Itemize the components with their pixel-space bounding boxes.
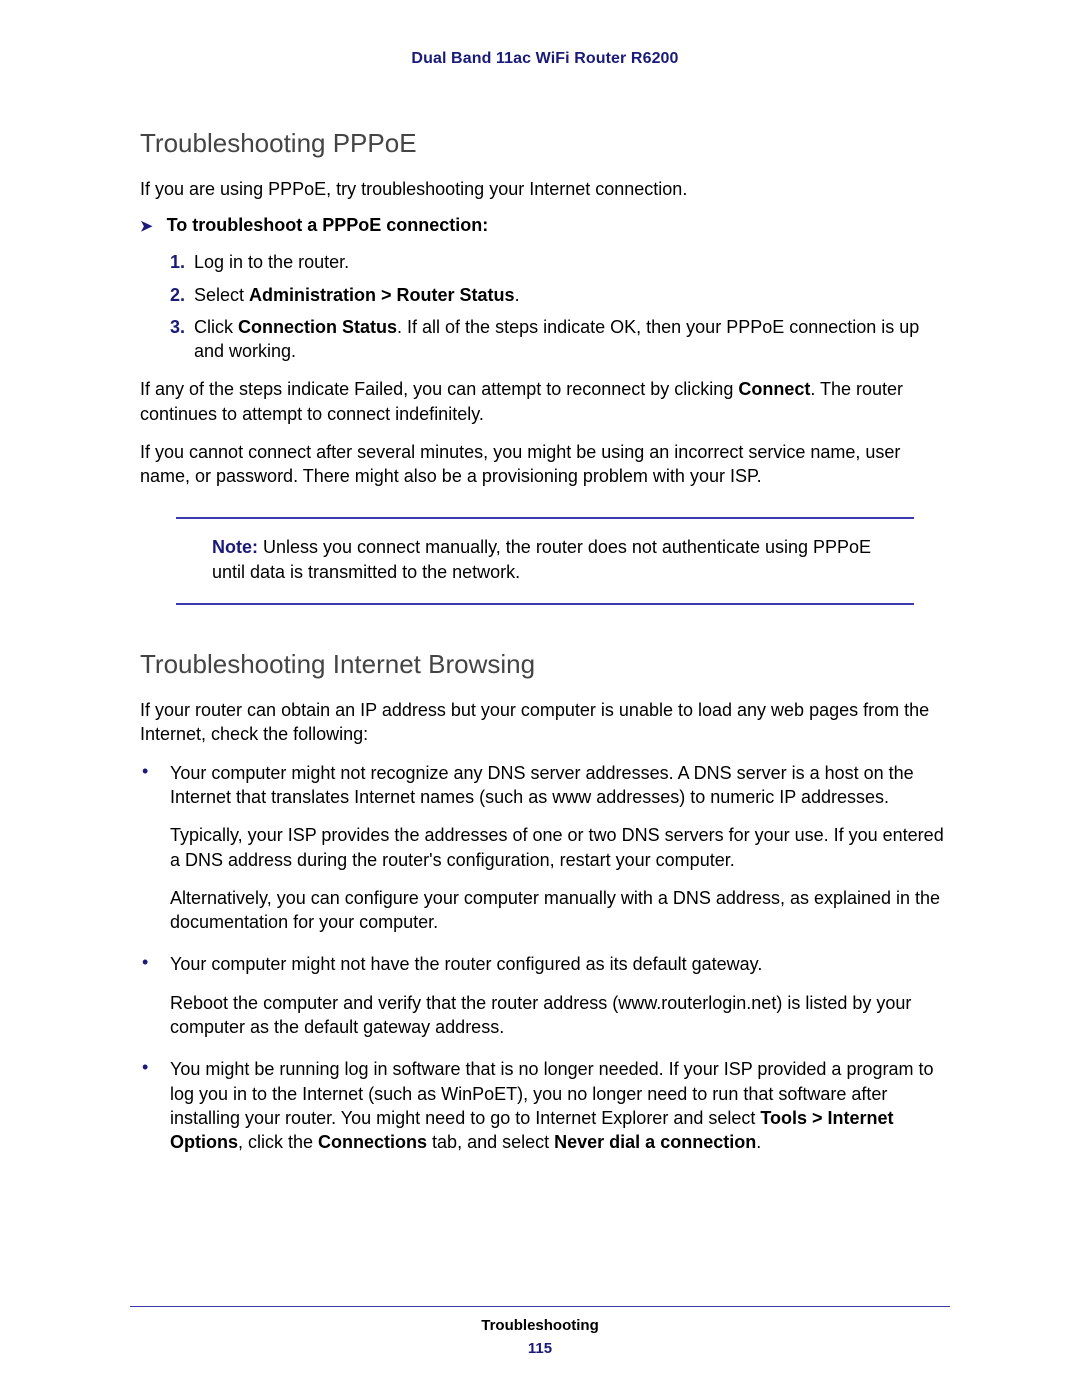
step-number: 2. [170,283,185,307]
note-label: Note: [212,537,263,557]
pppoe-para-1: If any of the steps indicate Failed, you… [140,377,950,426]
step-text-bold: Administration > Router Status [249,285,515,305]
triangle-right-icon: ➤ [140,217,153,235]
bullet-2-p1: Your computer might not have the router … [170,952,950,976]
bullet-3-p1: You might be running log in software tha… [170,1057,950,1154]
page-footer: Troubleshooting 115 [130,1306,950,1357]
step-text-prefix: Select [194,285,249,305]
b3-b3: Never dial a connection [554,1132,756,1152]
bullet-3: You might be running log in software tha… [170,1057,950,1154]
footer-section-name: Troubleshooting [130,1317,950,1334]
step-text-bold: Connection Status [238,317,397,337]
step-3: 3. Click Connection Status. If all of th… [170,315,950,364]
pppoe-intro: If you are using PPPoE, try troubleshoot… [140,177,950,201]
note-box: Note: Unless you connect manually, the r… [176,517,914,605]
heading-browsing: Troubleshooting Internet Browsing [140,649,950,680]
bullet-1-p3: Alternatively, you can configure your co… [170,886,950,935]
step-text-suffix: . [515,285,520,305]
note-text: Note: Unless you connect manually, the r… [212,535,878,585]
step-text: Log in to the router. [194,252,349,272]
note-body: Unless you connect manually, the router … [212,537,871,582]
step-text-prefix: Click [194,317,238,337]
para-prefix: If any of the steps indicate Failed, you… [140,379,738,399]
b3-d: tab, and select [427,1132,554,1152]
step-number: 1. [170,250,185,274]
bullet-2: Your computer might not have the router … [170,952,950,1039]
step-number: 3. [170,315,185,339]
procedure-title: To troubleshoot a PPPoE connection: [167,215,489,236]
bullet-2-p2: Reboot the computer and verify that the … [170,991,950,1040]
para-bold: Connect [738,379,810,399]
browsing-intro: If your router can obtain an IP address … [140,698,950,747]
bullet-1-p2: Typically, your ISP provides the address… [170,823,950,872]
b3-c: , click the [238,1132,318,1152]
heading-pppoe: Troubleshooting PPPoE [140,128,950,159]
bullets-list: Your computer might not recognize any DN… [140,761,950,1155]
bullet-1-p1: Your computer might not recognize any DN… [170,761,950,810]
pppoe-para-2: If you cannot connect after several minu… [140,440,950,489]
b3-b2: Connections [318,1132,427,1152]
document-header: Dual Band 11ac WiFi Router R6200 [140,50,950,68]
b3-e: . [756,1132,761,1152]
footer-rule [130,1306,950,1307]
bullet-1: Your computer might not recognize any DN… [170,761,950,935]
footer-page-number: 115 [130,1340,950,1357]
procedure-heading: ➤ To troubleshoot a PPPoE connection: [140,215,950,236]
step-2: 2. Select Administration > Router Status… [170,283,950,307]
step-1: 1. Log in to the router. [170,250,950,274]
steps-list: 1. Log in to the router. 2. Select Admin… [140,250,950,363]
